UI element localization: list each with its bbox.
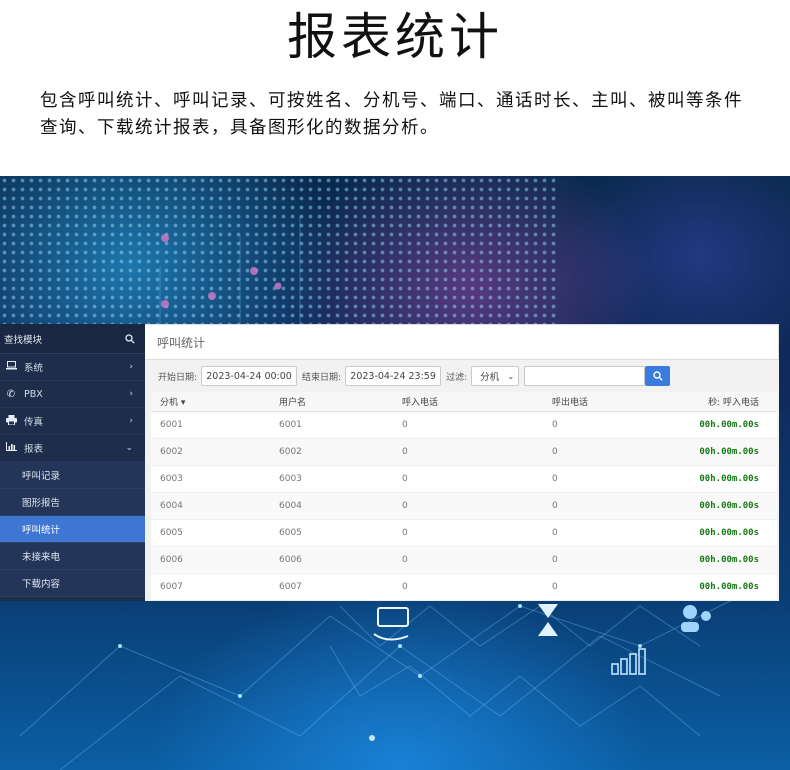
table-cell: 6004 (151, 492, 270, 520)
table-cell: 00h.00m.00s (663, 519, 777, 547)
sidebar-item-label: 传真 (24, 417, 44, 428)
table-cell: 6002 (151, 438, 270, 466)
table-cell: 0 (393, 492, 543, 520)
sidebar-item-label: 报表 (24, 444, 44, 455)
table-cell: 00h.00m.00s (663, 438, 777, 466)
table-row[interactable]: 6005 6005 0 0 00h.00m.00s (151, 519, 777, 547)
page-title: 报表统计 (287, 8, 503, 66)
table-cell: 6006 (151, 546, 270, 574)
chevron-down-icon: ⌄ (507, 371, 515, 381)
table-cell: 0 (543, 573, 663, 601)
sidebar-item-pbx[interactable]: ✆ PBX › (0, 381, 145, 408)
main-panel: 呼叫统计 开始日期: 2023-04-24 00:00 结束日期: 2023-0… (145, 324, 779, 601)
table-cell: 6001 (270, 411, 393, 439)
table-cell: 6007 (151, 573, 270, 601)
lens-flare (369, 735, 375, 741)
table-cell: 6004 (270, 492, 393, 520)
table-cell: 00h.00m.00s (663, 465, 777, 493)
table-row[interactable]: 6001 6001 0 0 00h.00m.00s (151, 411, 777, 439)
table-cell: 0 (543, 519, 663, 547)
bar-chart-icon (4, 442, 18, 454)
table-cell: 0 (543, 411, 663, 439)
start-date-label: 开始日期: (158, 372, 198, 383)
hourglass-icon (538, 604, 558, 636)
chevron-right-icon: › (129, 389, 133, 399)
column-header-username[interactable]: 用户名 (270, 392, 393, 412)
sidebar: 查找模块 系统 › ✆ PBX › 传真 › 报表 ⌄ 呼叫记录 图形报告 呼叫… (0, 324, 145, 601)
filter-bar: 开始日期: 2023-04-24 00:00 结束日期: 2023-04-24 … (145, 360, 779, 392)
search-icon[interactable] (125, 333, 135, 344)
sidebar-item-reports[interactable]: 报表 ⌄ (0, 435, 145, 462)
sidebar-subitem-call-records[interactable]: 呼叫记录 (0, 462, 145, 489)
column-header-extension[interactable]: 分机 ▾ (151, 392, 270, 412)
column-header-incoming-calls[interactable]: 呼入电话 (393, 392, 543, 412)
table-cell: 6001 (151, 411, 270, 439)
table-cell: 00h.00m.00s (663, 573, 777, 601)
sidebar-subitem-downloads[interactable]: 下载内容 (0, 570, 145, 597)
sidebar-search-header[interactable]: 查找模块 (0, 324, 145, 354)
sidebar-search-label: 查找模块 (4, 334, 43, 346)
search-icon (652, 371, 663, 381)
sidebar-item-label: 系统 (24, 363, 44, 374)
table-cell: 00h.00m.00s (663, 411, 777, 439)
app-window: 查找模块 系统 › ✆ PBX › 传真 › 报表 ⌄ 呼叫记录 图形报告 呼叫… (0, 324, 779, 601)
phone-icon: ✆ (6, 388, 16, 400)
table-cell: 0 (393, 573, 543, 601)
end-date-input[interactable]: 2023-04-24 23:59 (345, 366, 442, 386)
table-cell: 0 (393, 438, 543, 466)
table-cell: 6003 (270, 465, 393, 493)
sidebar-item-system[interactable]: 系统 › (0, 354, 145, 381)
column-header-outgoing-calls[interactable]: 呼出电话 (543, 392, 663, 412)
table-cell: 0 (393, 519, 543, 547)
sidebar-item-label: PBX (24, 388, 43, 400)
bar-chart-graphic-icon (611, 648, 646, 675)
table-cell: 0 (543, 546, 663, 574)
page-description: 包含呼叫统计、呼叫记录、可按姓名、分机号、端口、通话时长、主叫、被叫等条件查询、… (40, 91, 743, 138)
sidebar-subitem-call-statistics[interactable]: 呼叫统计 (0, 516, 145, 543)
laptop-icon (4, 361, 18, 373)
sidebar-subitem-missed-calls[interactable]: 未接来电 (0, 543, 145, 570)
table-cell: 6006 (270, 546, 393, 574)
sidebar-item-fax[interactable]: 传真 › (0, 408, 145, 435)
sidebar-subitem-graph-report[interactable]: 图形报告 (0, 489, 145, 516)
table-header-row: 分机 ▾ 用户名 呼入电话 呼出电话 秒: 呼入电话 (151, 392, 777, 412)
table-cell: 00h.00m.00s (663, 546, 777, 574)
table-row[interactable]: 6006 6006 0 0 00h.00m.00s (151, 546, 777, 574)
filter-select-value: 分机 (480, 372, 500, 383)
search-input[interactable] (524, 366, 646, 386)
table-cell: 0 (393, 546, 543, 574)
table-cell: 0 (393, 465, 543, 493)
table-row[interactable]: 6002 6002 0 0 00h.00m.00s (151, 438, 777, 466)
chevron-down-icon: ⌄ (125, 443, 133, 453)
table-cell: 6005 (151, 519, 270, 547)
table-row[interactable]: 6007 6007 0 0 00h.00m.00s (151, 573, 777, 601)
table-row[interactable]: 6004 6004 0 0 00h.00m.00s (151, 492, 777, 520)
table-cell: 0 (543, 438, 663, 466)
search-button[interactable] (645, 366, 671, 386)
chevron-right-icon: › (129, 416, 133, 426)
call-statistics-table: 分机 ▾ 用户名 呼入电话 呼出电话 秒: 呼入电话 6001 6001 0 0 00h… (151, 392, 777, 601)
end-date-label: 结束日期: (302, 372, 342, 383)
printer-icon (4, 414, 18, 428)
filter-label: 过滤: (446, 372, 468, 383)
table-cell: 00h.00m.00s (663, 492, 777, 520)
table-cell: 6003 (151, 465, 270, 493)
panel-title: 呼叫统计 (145, 324, 779, 360)
table-cell: 0 (543, 465, 663, 493)
table-cell: 6005 (270, 519, 393, 547)
column-header-incoming-duration[interactable]: 秒: 呼入电话 (663, 392, 777, 412)
start-date-input[interactable]: 2023-04-24 00:00 (201, 366, 298, 386)
table-cell: 6007 (270, 573, 393, 601)
table-cell: 0 (393, 411, 543, 439)
table-row[interactable]: 6003 6003 0 0 00h.00m.00s (151, 465, 777, 493)
table-cell: 6002 (270, 438, 393, 466)
table-cell: 0 (543, 492, 663, 520)
chevron-right-icon: › (129, 362, 133, 372)
filter-select[interactable]: 分机 ⌄ (471, 366, 520, 386)
money-hand-icon (373, 607, 409, 641)
